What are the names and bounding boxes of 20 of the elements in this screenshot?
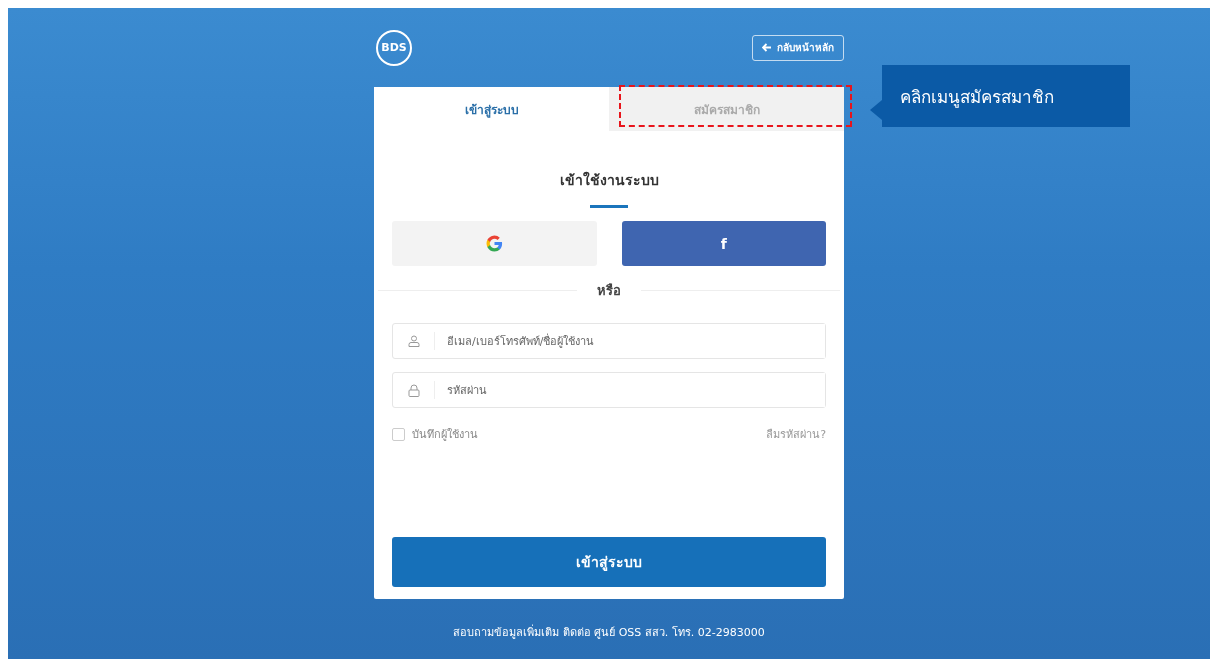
lock-icon [407, 383, 420, 397]
title-underline [590, 205, 628, 208]
logo[interactable]: BDS [376, 29, 412, 66]
arrow-left-icon [762, 43, 772, 52]
form-title: เข้าใช้งานระบบ [558, 170, 660, 190]
user-icon [407, 335, 420, 347]
google-button[interactable] [392, 221, 597, 266]
callout: คลิกเมนูสมัครสมาชิก [882, 65, 1130, 127]
or-divider-text: หรือ [597, 282, 621, 300]
password-field[interactable]: รหัสผ่าน [392, 372, 826, 408]
back-button[interactable]: กลับหน้าหลัก [752, 34, 844, 61]
facebook-button[interactable]: f [621, 221, 826, 266]
login-button[interactable]: เข้าสู่ระบบ [392, 537, 826, 587]
username-field[interactable]: อีเมล/เบอร์โทรศัพท์/ชื่อผู้ใช้งาน [392, 323, 826, 359]
remember-label: บันทึกผู้ใช้งาน [412, 427, 478, 443]
google-icon [484, 234, 504, 253]
footer-text: สอบถามข้อมูลเพิ่มเติม ติดต่อ ศูนย์ OSS สสว. โทร. 02-2983000 [453, 623, 765, 641]
forgot-password-link[interactable]: ลืมรหัสผ่าน? [766, 425, 826, 443]
remember-checkbox[interactable] [392, 427, 405, 441]
callout-pointer [870, 100, 882, 120]
